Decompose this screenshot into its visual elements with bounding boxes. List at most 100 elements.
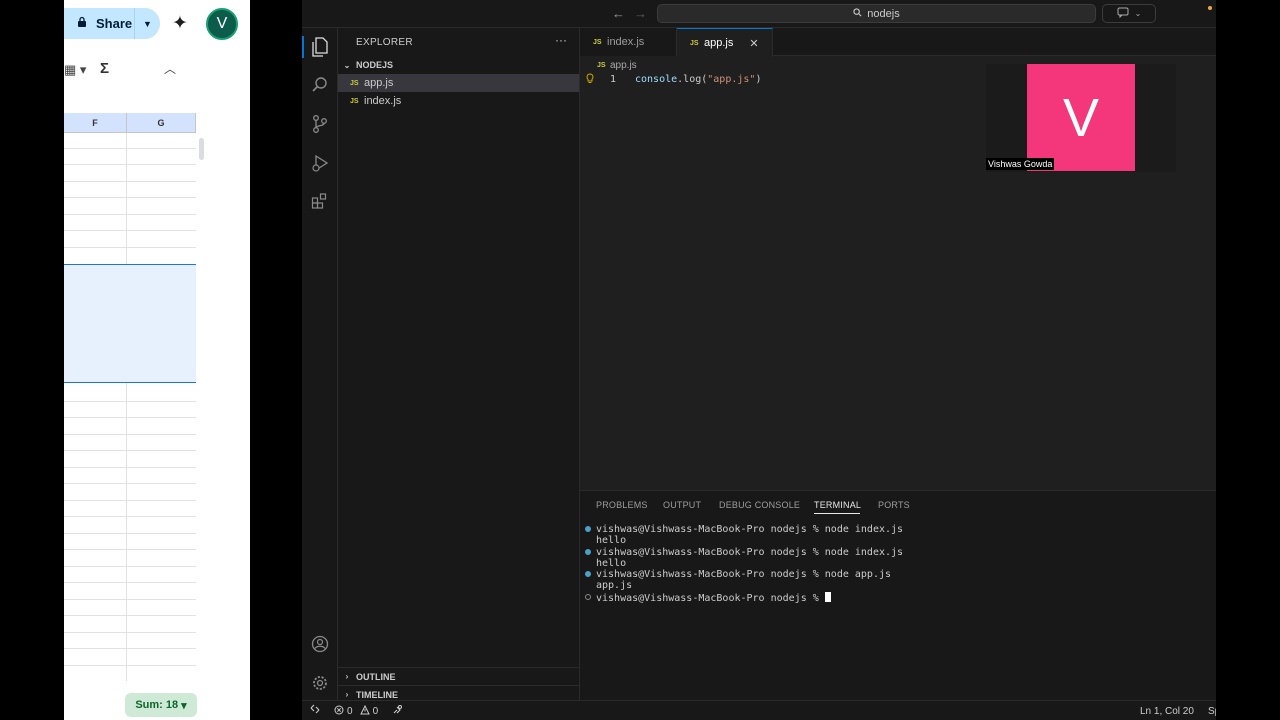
terminal-cursor	[824, 592, 831, 602]
js-file-icon: JS	[350, 79, 359, 87]
settings-gear-icon[interactable]	[309, 672, 331, 694]
line-number: 1	[609, 74, 616, 85]
code-text[interactable]: console.log("app.js")	[635, 74, 761, 85]
tab-app-js[interactable]: JS app.js ✕	[677, 28, 773, 57]
js-file-icon: JS	[593, 38, 602, 46]
chat-button[interactable]: ⌄	[1102, 4, 1156, 23]
account-icon[interactable]	[309, 633, 331, 655]
back-arrow-icon[interactable]: ←	[612, 6, 625, 21]
title-bar: ← → nodejs ⌄	[302, 0, 1216, 28]
search-icon	[853, 7, 862, 20]
recording-indicator-dot	[1208, 6, 1212, 10]
sheet-grid[interactable]	[64, 133, 196, 681]
participant-name: Vishwas Gowda	[986, 158, 1055, 170]
explorer-icon[interactable]	[309, 36, 331, 58]
terminal-line: vishwas@Vishwass-MacBook-Pro nodejs % no…	[596, 569, 892, 580]
chevron-down-icon: ⌄	[1134, 9, 1142, 18]
source-control-icon[interactable]	[309, 113, 331, 135]
vertical-scrollbar[interactable]	[199, 138, 204, 160]
error-icon	[334, 705, 344, 718]
sum-label: Sum: 18	[135, 699, 179, 711]
tab-output[interactable]: OUTPUT	[663, 500, 701, 510]
outline-section[interactable]: › OUTLINE	[338, 667, 580, 685]
run-debug-icon[interactable]	[309, 152, 331, 174]
tab-index-js[interactable]: JS index.js	[580, 28, 677, 56]
editor-tabs: JS index.js JS app.js ✕	[580, 28, 1216, 57]
status-bar: 0 0 Ln 1, Col 20 Sp	[302, 700, 1216, 720]
column-headers: F G	[64, 113, 196, 133]
js-file-icon: JS	[690, 39, 699, 47]
file-label: app.js	[364, 77, 394, 89]
command-center-search[interactable]: nodejs	[657, 4, 1096, 23]
file-label: index.js	[364, 95, 402, 107]
breadcrumb[interactable]: JS app.js	[580, 57, 637, 73]
extensions-icon[interactable]	[309, 190, 331, 212]
google-sheets-window: Share ▼ ✦ V ▦ ▾ Σ ︿ F G Sum: 18 ▾ 31	[64, 0, 250, 720]
forward-arrow-icon[interactable]: →	[634, 6, 647, 21]
command-pending-dot	[585, 594, 591, 600]
terminal-line: app.js	[596, 580, 633, 591]
lock-icon	[76, 16, 88, 31]
tab-terminal[interactable]: TERMINAL	[814, 500, 861, 510]
terminal-line: hello	[596, 558, 627, 569]
project-name: NODEJS	[356, 60, 394, 70]
account-avatar[interactable]: V	[206, 8, 238, 40]
terminal-line: vishwas@Vishwass-MacBook-Pro nodejs % no…	[596, 547, 904, 558]
js-file-icon: JS	[350, 97, 359, 105]
file-item-app[interactable]: JS app.js	[338, 74, 579, 92]
share-dropdown-button[interactable]: ▼	[134, 8, 160, 39]
sum-chip[interactable]: Sum: 18 ▾	[125, 693, 197, 717]
terminal-prompt[interactable]: vishwas@Vishwass-MacBook-Pro nodejs %	[596, 592, 831, 604]
breadcrumb-file: app.js	[610, 59, 637, 71]
timeline-label: TIMELINE	[356, 689, 398, 700]
gemini-sparkle-icon[interactable]: ✦	[172, 12, 188, 35]
functions-icon[interactable]: Σ	[100, 60, 109, 77]
remote-icon[interactable]	[310, 704, 320, 717]
caret-down-icon: ▼	[143, 18, 152, 29]
explorer-title: EXPLORER	[356, 37, 413, 48]
lightbulb-icon[interactable]	[586, 73, 594, 87]
terminal-line: hello	[596, 535, 627, 546]
participant-video-tile: V Vishwas Gowda	[986, 64, 1176, 172]
participant-avatar: V	[1027, 64, 1135, 171]
error-count: 0	[347, 706, 353, 717]
column-header-g[interactable]: G	[127, 113, 196, 133]
active-tab-indicator	[814, 513, 860, 514]
tab-label: index.js	[607, 36, 645, 48]
code-close: )	[755, 74, 762, 85]
file-item-index[interactable]: JS index.js	[338, 92, 579, 110]
collapse-toolbar-icon[interactable]: ︿	[164, 60, 176, 77]
code-string: "app.js"	[707, 74, 756, 85]
borders-icon[interactable]: ▦ ▾	[64, 62, 86, 78]
more-actions-icon[interactable]: ···	[555, 33, 567, 47]
terminal-line: vishwas@Vishwass-MacBook-Pro nodejs % no…	[596, 524, 904, 535]
explorer-sidebar: EXPLORER ··· ⌄ NODEJS JS app.js JS index…	[338, 28, 580, 700]
column-header-f[interactable]: F	[64, 113, 127, 133]
problems-indicator[interactable]: 0 0	[334, 704, 378, 718]
terminal-line: vishwas@Vishwass-MacBook-Pro nodejs %	[596, 593, 825, 604]
command-success-dot	[585, 571, 591, 577]
project-folder[interactable]: ⌄ NODEJS	[338, 57, 580, 73]
chevron-right-icon: ›	[345, 672, 349, 681]
close-icon[interactable]: ✕	[749, 37, 758, 50]
command-success-dot	[585, 526, 591, 532]
bottom-panel: PROBLEMS OUTPUT DEBUG CONSOLE TERMINAL P…	[580, 490, 1216, 700]
ports-icon[interactable]	[392, 704, 403, 718]
search-text: nodejs	[867, 7, 900, 20]
code-method: .log(	[677, 74, 708, 85]
warning-icon	[359, 704, 370, 718]
tab-debug-console[interactable]: DEBUG CONSOLE	[719, 500, 800, 510]
outline-label: OUTLINE	[356, 671, 396, 682]
chevron-down-icon: ⌄	[343, 60, 351, 70]
chevron-right-icon: ›	[345, 690, 349, 699]
search-icon[interactable]	[309, 74, 331, 96]
tab-problems[interactable]: PROBLEMS	[596, 500, 648, 510]
selected-range[interactable]	[64, 264, 196, 383]
activity-bar	[302, 28, 338, 700]
tab-ports[interactable]: PORTS	[878, 500, 910, 510]
cursor-position[interactable]: Ln 1, Col 20	[1140, 706, 1194, 717]
js-file-icon: JS	[597, 61, 606, 69]
tab-label: app.js	[704, 37, 734, 49]
indentation-indicator[interactable]: Sp	[1208, 706, 1216, 717]
code-object: console	[635, 74, 678, 85]
